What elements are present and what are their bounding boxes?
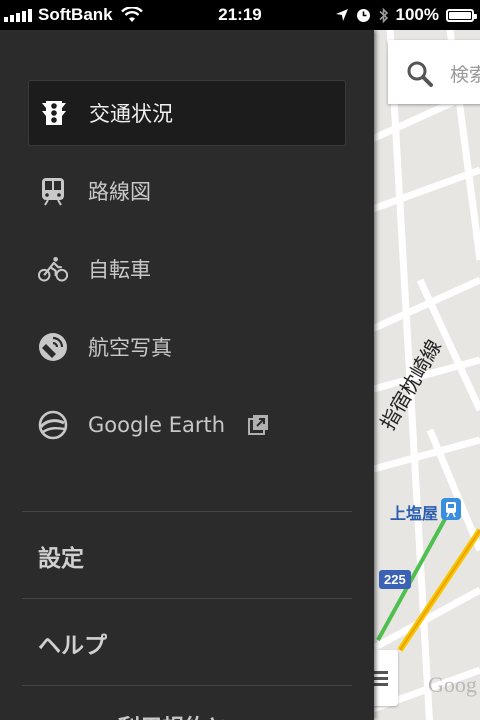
divider — [22, 598, 352, 599]
menu-item-bicycle[interactable]: 自転車 — [28, 236, 346, 302]
traffic-light-icon — [39, 98, 69, 128]
search-bar[interactable]: 検索 — [388, 40, 480, 104]
divider — [22, 511, 352, 512]
battery-icon — [446, 8, 477, 22]
station-label[interactable]: 上塩屋 — [390, 500, 438, 524]
google-logo: Goog — [428, 672, 477, 697]
battery-percent: 100% — [395, 5, 439, 24]
menu-item-label: 自転車 — [88, 258, 151, 282]
bicycle-icon — [38, 254, 68, 284]
external-link-icon — [247, 414, 269, 436]
menu-item-traffic[interactable]: 交通状況 — [28, 80, 346, 146]
menu-item-google-earth[interactable]: Google Earth — [28, 392, 346, 458]
menu-item-satellite[interactable]: 航空写真 — [28, 314, 346, 380]
bluetooth-icon — [378, 7, 388, 23]
status-bar: SoftBank 21:19 100% — [0, 0, 480, 30]
google-earth-icon — [38, 410, 68, 440]
menu-item-label: 航空写真 — [88, 336, 172, 360]
help-link[interactable]: ヘルプ — [38, 626, 107, 660]
terms-link[interactable]: 利用規約と — [118, 710, 228, 720]
menu-item-label: 路線図 — [88, 180, 151, 204]
location-arrow-icon — [335, 9, 348, 21]
satellite-icon — [38, 332, 68, 362]
menu-item-label: 交通状況 — [89, 102, 173, 126]
alarm-clock-icon — [356, 8, 370, 22]
search-icon — [407, 61, 433, 87]
train-icon — [38, 176, 68, 206]
menu-item-transit[interactable]: 路線図 — [28, 158, 346, 224]
route-number-badge: 225 — [379, 570, 411, 589]
divider — [22, 685, 352, 686]
menu-item-label: Google Earth — [88, 413, 226, 437]
settings-link[interactable]: 設定 — [38, 539, 84, 573]
side-drawer: 交通状況 路線図 自転車 航空写真 Google Earth 設定 ヘルプ — [0, 30, 374, 720]
search-input[interactable]: 検索 — [450, 60, 480, 87]
station-icon[interactable] — [441, 498, 461, 520]
